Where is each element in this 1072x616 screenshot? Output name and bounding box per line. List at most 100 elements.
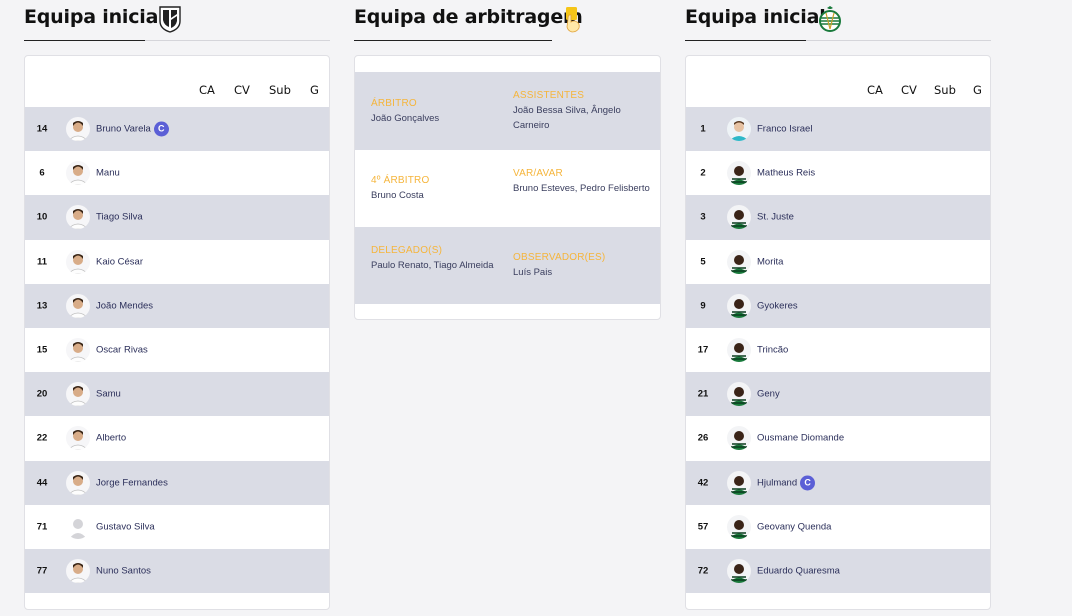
player-name-wrap: Alberto (96, 433, 126, 444)
player-name[interactable]: Geny (757, 389, 780, 400)
away-lineup-header: Equipa inicial (685, 0, 991, 41)
player-row[interactable]: 2 Matheus Reis (686, 151, 990, 195)
player-row[interactable]: 13 João Mendes (25, 283, 329, 328)
player-avatar (727, 117, 751, 142)
player-name[interactable]: Oscar Rivas (96, 345, 148, 356)
player-number: 21 (697, 388, 709, 400)
player-row[interactable]: 9 Gyokeres (686, 283, 990, 328)
player-avatar (66, 117, 90, 142)
vitoria-guimaraes-crest-icon (159, 6, 181, 33)
player-number: 10 (36, 211, 48, 223)
home-lineup-column-headers: CA CV Sub G (25, 56, 329, 107)
player-name[interactable]: Matheus Reis (757, 168, 815, 179)
player-name-wrap: Eduardo Quaresma (757, 565, 840, 576)
player-avatar (727, 514, 751, 539)
player-name[interactable]: Morita (757, 256, 783, 267)
player-row[interactable]: 6 Manu (25, 151, 329, 195)
player-row[interactable]: 57 Geovany Quenda (686, 505, 990, 549)
assistants-role-label: ASSISTENTES (513, 90, 585, 101)
player-avatar (727, 426, 751, 451)
player-name[interactable]: Trincão (757, 345, 788, 356)
player-avatar (66, 426, 90, 451)
player-name[interactable]: Manu (96, 168, 120, 179)
player-row[interactable]: 3 St. Juste (686, 195, 990, 240)
player-name-wrap: Tiago Silva (96, 212, 143, 223)
referee-team-card: ÁRBITRO João Gonçalves ASSISTENTES João … (354, 55, 661, 320)
player-name-wrap: Franco Israel (757, 124, 812, 135)
player-row[interactable]: 20 Samu (25, 372, 329, 417)
player-avatar (66, 249, 90, 274)
player-name[interactable]: Nuno Santos (96, 565, 151, 576)
player-name[interactable]: Eduardo Quaresma (757, 565, 840, 576)
player-row[interactable]: 71 Gustavo Silva (25, 505, 329, 549)
column-header-cv: CV (234, 83, 250, 97)
player-number: 57 (697, 521, 709, 533)
player-row[interactable]: 17 Trincão (686, 328, 990, 372)
player-avatar (66, 514, 90, 539)
player-number: 14 (36, 123, 48, 135)
player-avatar (727, 470, 751, 495)
player-row[interactable]: 15 Oscar Rivas (25, 328, 329, 372)
home-lineup-header: Equipa inicial (24, 0, 330, 41)
player-name[interactable]: Gustavo Silva (96, 521, 155, 532)
player-name[interactable]: Franco Israel (757, 124, 812, 135)
player-number: 11 (36, 256, 48, 268)
player-name[interactable]: St. Juste (757, 212, 794, 223)
player-row[interactable]: 42 Hjulmand C (686, 460, 990, 505)
player-avatar (66, 205, 90, 230)
player-name-wrap: Bruno Varela C (96, 121, 169, 137)
player-avatar (727, 249, 751, 274)
player-name[interactable]: Tiago Silva (96, 212, 143, 223)
player-name[interactable]: Alberto (96, 433, 126, 444)
player-name[interactable]: Ousmane Diomande (757, 433, 844, 444)
observers-role-label: OBSERVADOR(ES) (513, 252, 606, 263)
player-avatar (66, 470, 90, 495)
player-row[interactable]: 10 Tiago Silva (25, 195, 329, 240)
player-avatar (66, 338, 90, 363)
player-number: 22 (36, 432, 48, 444)
player-name[interactable]: Hjulmand (757, 477, 797, 488)
referee-block-delegates: DELEGADO(S) Paulo Renato, Tiago Almeida … (355, 227, 660, 304)
sporting-cp-crest-icon (819, 6, 841, 32)
player-row[interactable]: 5 Morita (686, 240, 990, 284)
player-row[interactable]: 14 Bruno Varela C (25, 107, 329, 152)
player-name-wrap: Geny (757, 389, 780, 400)
player-name[interactable]: Samu (96, 389, 121, 400)
player-name-wrap: Ousmane Diomande (757, 433, 844, 444)
column-header-ca: CA (867, 83, 883, 97)
player-row[interactable]: 26 Ousmane Diomande (686, 416, 990, 460)
player-name-wrap: Gustavo Silva (96, 521, 155, 532)
whistle-hand-icon (566, 7, 580, 33)
player-row[interactable]: 1 Franco Israel (686, 107, 990, 152)
captain-badge: C (800, 475, 816, 491)
player-row[interactable]: 22 Alberto (25, 416, 329, 460)
player-name-wrap: Trincão (757, 345, 788, 356)
player-avatar (66, 558, 90, 583)
player-row[interactable]: 11 Kaio César (25, 240, 329, 284)
player-name[interactable]: Jorge Fernandes (96, 477, 168, 488)
player-name-wrap: Geovany Quenda (757, 521, 831, 532)
player-row[interactable]: 21 Geny (686, 372, 990, 417)
player-avatar (727, 338, 751, 363)
player-number: 26 (697, 432, 709, 444)
player-name[interactable]: Kaio César (96, 256, 143, 267)
player-name-wrap: Manu (96, 168, 120, 179)
player-row[interactable]: 72 Eduardo Quaresma (686, 548, 990, 594)
player-number: 3 (700, 211, 706, 223)
player-name[interactable]: Gyokeres (757, 300, 798, 311)
var-role-label: VAR/AVAR (513, 168, 563, 179)
player-name[interactable]: Bruno Varela (96, 124, 151, 135)
player-name[interactable]: João Mendes (96, 300, 153, 311)
player-row[interactable]: 44 Jorge Fernandes (25, 460, 329, 505)
player-row[interactable]: 77 Nuno Santos (25, 548, 329, 594)
referee-team-header: Equipa de arbitragem (354, 0, 661, 41)
away-lineup-title: Equipa inicial (685, 6, 826, 28)
player-name-wrap: Samu (96, 389, 121, 400)
player-name[interactable]: Geovany Quenda (757, 521, 831, 532)
player-number: 15 (36, 344, 48, 356)
player-number: 13 (36, 300, 48, 312)
player-name-wrap: Hjulmand C (757, 475, 816, 491)
player-name-wrap: Gyokeres (757, 300, 798, 311)
away-lineup-card: CA CV Sub G 1 Franco Israel 2 Matheus Reis 3… (685, 55, 991, 610)
captain-badge: C (153, 121, 169, 137)
